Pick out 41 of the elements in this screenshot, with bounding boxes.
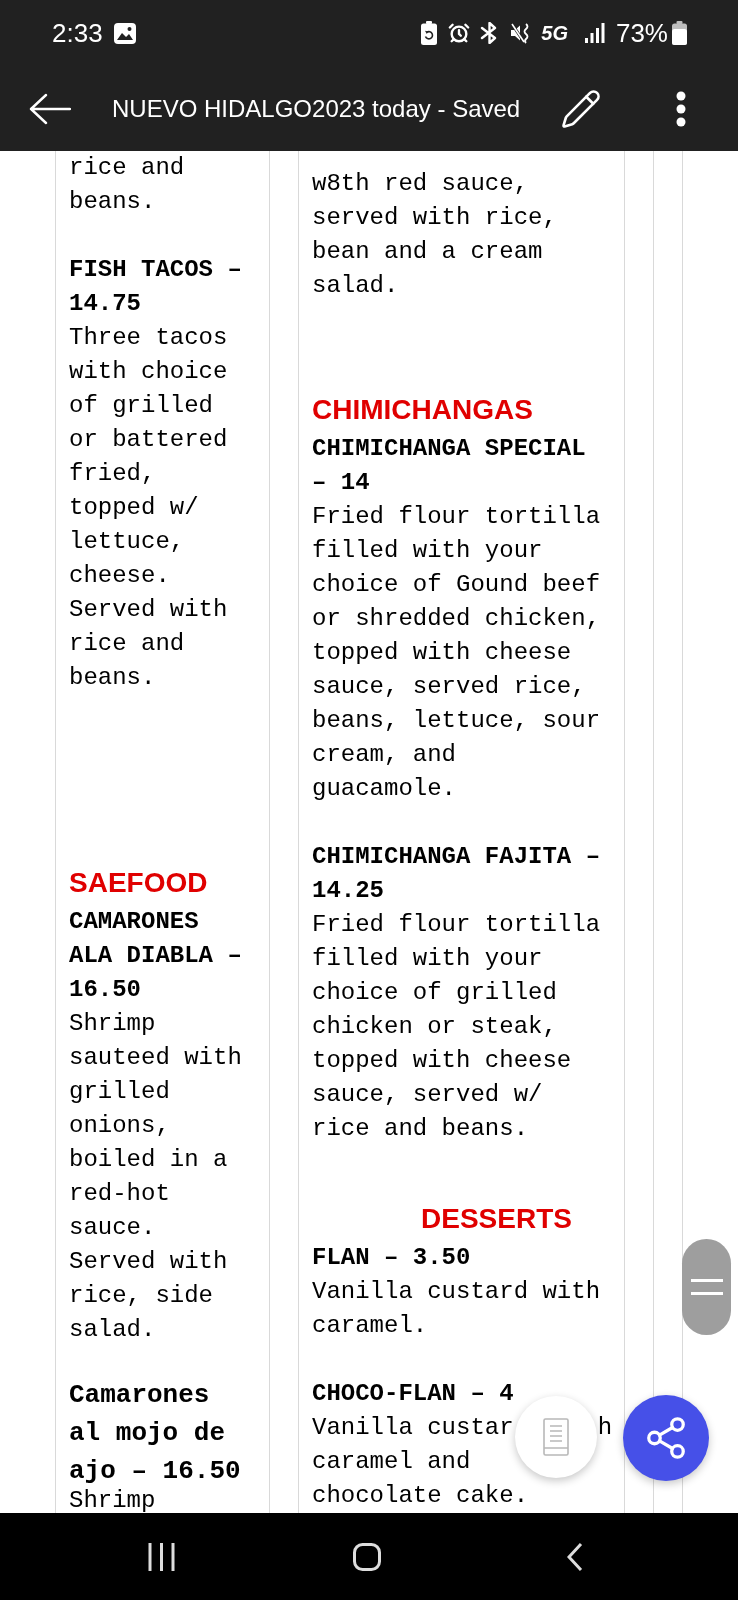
dish-name: CHIMICHANGA FAJITA – 14.25 bbox=[312, 842, 602, 906]
back-icon bbox=[29, 92, 71, 125]
dish-description: Vanilla custard with caramel. bbox=[312, 1277, 602, 1341]
battery-saver-icon bbox=[421, 21, 438, 45]
dish-description: h bbox=[597, 1413, 613, 1443]
grip-icon bbox=[690, 1279, 723, 1295]
dish-description: Vanilla custar bbox=[312, 1413, 514, 1443]
recent-apps-icon bbox=[147, 1542, 175, 1571]
signal-icon bbox=[584, 23, 605, 43]
document-title: NUEVO HIDALGO2023 today - Saved bbox=[112, 93, 522, 124]
section-heading: SAEFOOD bbox=[69, 866, 208, 900]
section-heading: CHIMICHANGAS bbox=[312, 393, 533, 427]
clock-time: 2:33 bbox=[52, 18, 103, 48]
dish-name: CAMARONES ALA DIABLA – 16.50 bbox=[69, 907, 243, 1005]
dish-description: caramel and bbox=[312, 1447, 471, 1477]
back-nav-icon bbox=[567, 1541, 583, 1572]
share-button[interactable] bbox=[623, 1395, 709, 1481]
dish-name: FISH TACOS – 14.75 bbox=[69, 255, 243, 319]
dish-description: Fried flour tortilla filled with your choice of grilled chicken or steak, topped with cheese sauce, served w/ rice and beans. bbox=[312, 910, 602, 1144]
network-type: 5G bbox=[541, 21, 568, 45]
dish-description: Three tacos with choice of grilled or battered fried, topped w/ lettuce, cheese. Served with rice and beans. bbox=[69, 323, 229, 693]
alarm-icon bbox=[448, 22, 471, 44]
dish-name: Camarones al mojo de ajo – 16.50 bbox=[69, 1379, 242, 1488]
more-icon bbox=[676, 90, 686, 127]
edit-icon bbox=[560, 87, 602, 130]
scroll-handle[interactable] bbox=[682, 1239, 731, 1335]
dish-description: Shrimp bbox=[69, 1490, 157, 1512]
dish-name: CHIMICHANGA SPECIAL – 14 bbox=[312, 434, 587, 498]
battery-icon bbox=[672, 21, 687, 45]
dish-description: Fried flour tortilla filled with your choice of Gound beef or shredded chicken, topped with cheese sauce, served rice, beans, lettuce, sour cream, and guacamole. bbox=[312, 502, 602, 804]
body-text: w8th red sauce, served with rice, bean and a cream salad. bbox=[312, 169, 558, 301]
dish-name: FLAN – 3.50 bbox=[312, 1243, 472, 1273]
dish-description: Shrimp sauteed with grilled onions, boiled in a red-hot sauce. Served with rice, side salad. bbox=[69, 1009, 243, 1345]
battery-percent: 73% bbox=[615, 18, 668, 48]
document-icon bbox=[543, 1418, 569, 1456]
home-icon bbox=[353, 1542, 381, 1571]
dish-description: chocolate cake. bbox=[312, 1481, 529, 1511]
dish-name: CHOCO-FLAN – 4 bbox=[312, 1379, 515, 1409]
body-text: rice and beans. bbox=[69, 153, 186, 217]
section-heading: DESSERTS bbox=[421, 1202, 572, 1236]
image-icon bbox=[113, 22, 136, 44]
